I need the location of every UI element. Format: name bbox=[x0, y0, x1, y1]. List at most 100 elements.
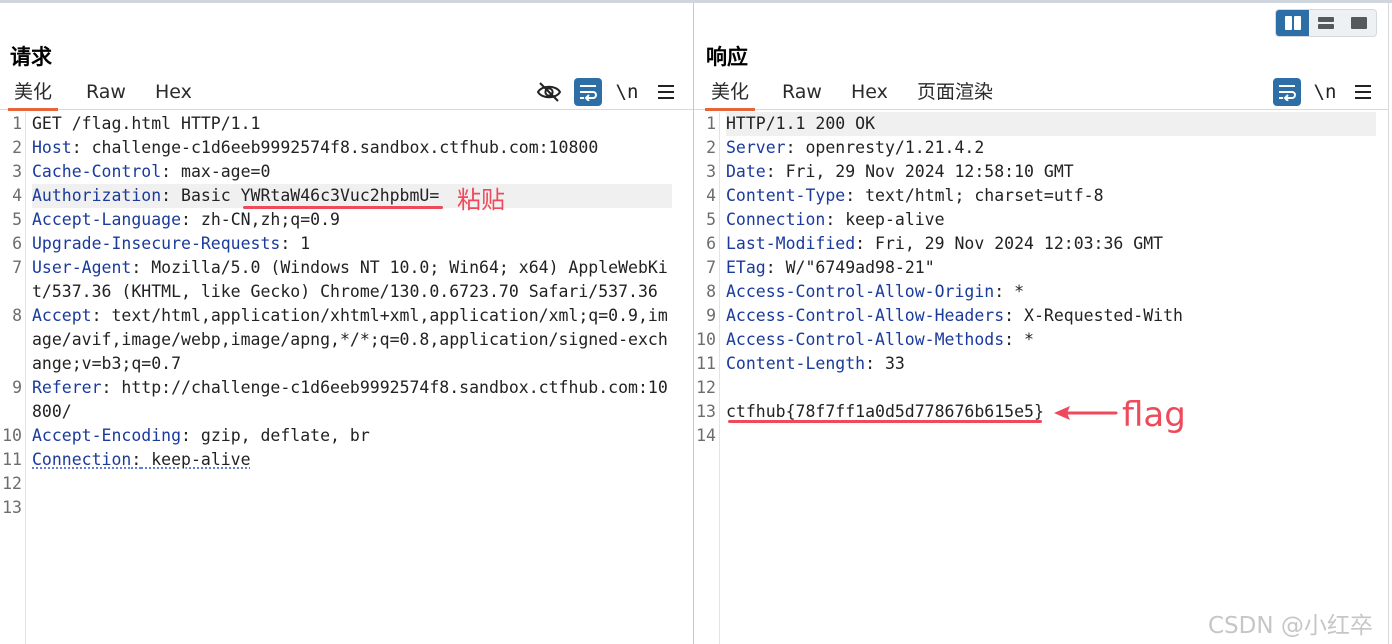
auth-value-underline bbox=[243, 206, 443, 209]
line-content: Content-Type: text/html; charset=utf-8 bbox=[726, 184, 1376, 208]
line-content: Accept-Language: zh-CN,zh;q=0.9 bbox=[32, 208, 672, 232]
line-number: 13 bbox=[2, 498, 22, 517]
header-value: Fri, 29 Nov 2024 12:58:10 GMT bbox=[775, 162, 1074, 181]
line-number: 11 bbox=[696, 354, 716, 373]
line-number: 10 bbox=[2, 426, 22, 445]
code-line: 7 ETag: W/"6749ad98-21" bbox=[694, 256, 1388, 280]
header-separator: : bbox=[765, 162, 776, 181]
line-content: Referer: http://challenge-c1d6eeb9992574… bbox=[32, 376, 672, 424]
tab-raw[interactable]: Raw bbox=[86, 78, 126, 110]
tab-pretty[interactable]: 美化 bbox=[7, 78, 59, 111]
line-content: Access-Control-Allow-Headers: X-Requeste… bbox=[726, 304, 1376, 328]
header-name: Cache-Control bbox=[32, 162, 162, 181]
code-line: 5 Accept-Language: zh-CN,zh;q=0.9 bbox=[0, 208, 693, 232]
header-value: text/html; charset=utf-8 bbox=[855, 186, 1104, 205]
line-number: 10 bbox=[696, 330, 716, 349]
wrap-icon bbox=[1279, 85, 1296, 101]
header-value: GET /flag.html HTTP/1.1 bbox=[32, 114, 261, 133]
newline-label: \n bbox=[615, 81, 639, 103]
code-line: 6 Last-Modified: Fri, 29 Nov 2024 12:03:3… bbox=[694, 232, 1388, 256]
line-content: Connection: keep-alive bbox=[726, 208, 1376, 232]
header-value: HTTP/1.1 200 OK bbox=[726, 114, 876, 133]
header-name: Server bbox=[726, 138, 786, 157]
newline-label: \n bbox=[1313, 81, 1337, 103]
code-line: 9 Access-Control-Allow-Headers: X-Request… bbox=[694, 304, 1388, 328]
tab-raw[interactable]: Raw bbox=[782, 78, 822, 110]
response-editor[interactable]: 1 HTTP/1.1 200 OK 2 Server: openresty/1.21.… bbox=[694, 112, 1388, 644]
code-line: 14 bbox=[694, 424, 1388, 448]
right-edge bbox=[1388, 3, 1389, 644]
wrap-toggle-button[interactable] bbox=[1273, 78, 1301, 106]
code-line: 10 Access-Control-Allow-Methods: * bbox=[694, 328, 1388, 352]
header-separator: : bbox=[825, 210, 836, 229]
wrap-icon bbox=[580, 85, 597, 101]
header-value: W/"6749ad98-21" bbox=[775, 258, 935, 277]
header-separator: : bbox=[71, 138, 82, 157]
line-content: ETag: W/"6749ad98-21" bbox=[726, 256, 1376, 280]
header-separator: : bbox=[131, 258, 142, 277]
header-separator: : bbox=[1004, 306, 1015, 325]
header-value: * bbox=[1004, 282, 1025, 301]
header-name: User-Agent bbox=[32, 258, 132, 277]
menu-icon bbox=[1355, 85, 1371, 99]
line-content: Server: openresty/1.21.4.2 bbox=[726, 136, 1376, 160]
line-content bbox=[726, 376, 1376, 400]
header-name: ETag bbox=[726, 258, 766, 277]
header-separator: : bbox=[865, 354, 876, 373]
code-line: 11 Content-Length: 33 bbox=[694, 352, 1388, 376]
line-content: Date: Fri, 29 Nov 2024 12:58:10 GMT bbox=[726, 160, 1376, 184]
line-content: Accept: text/html,application/xhtml+xml,… bbox=[32, 304, 672, 376]
header-value: challenge-c1d6eeb9992574f8.sandbox.ctfhu… bbox=[81, 138, 599, 157]
header-name: Access-Control-Allow-Methods bbox=[726, 330, 1005, 349]
single-pane-view-button[interactable] bbox=[1343, 10, 1376, 36]
layout-toggle bbox=[1275, 9, 1377, 37]
line-number: 2 bbox=[706, 138, 716, 157]
line-content: HTTP/1.1 200 OK bbox=[726, 112, 1376, 136]
header-value: max-age=0 bbox=[171, 162, 271, 181]
header-value: Basic YWRtaW46c3Vuc2hpbmU= bbox=[171, 186, 440, 205]
options-menu-button[interactable] bbox=[652, 78, 680, 106]
newline-toggle-button[interactable]: \n bbox=[1311, 78, 1339, 106]
side-by-side-icon bbox=[1284, 16, 1301, 30]
header-name: Content-Length bbox=[726, 354, 866, 373]
header-value: 1 bbox=[290, 234, 311, 253]
header-name: Last-Modified bbox=[726, 234, 856, 253]
header-separator: : bbox=[994, 282, 1005, 301]
line-content: Connection: keep-alive bbox=[32, 448, 672, 472]
code-line: 3 Date: Fri, 29 Nov 2024 12:58:10 GMT bbox=[694, 160, 1388, 184]
stacked-icon bbox=[1317, 17, 1334, 29]
newline-toggle-button[interactable]: \n bbox=[613, 78, 641, 106]
request-editor[interactable]: 1 GET /flag.html HTTP/1.1 2 Host: challenge… bbox=[0, 112, 693, 644]
side-by-side-view-button[interactable] bbox=[1276, 10, 1310, 36]
line-number: 1 bbox=[12, 114, 22, 133]
top-border bbox=[0, 0, 1392, 3]
line-number: 4 bbox=[12, 186, 22, 205]
line-number: 5 bbox=[12, 210, 22, 229]
code-line: 2 Host: challenge-c1d6eeb9992574f8.sandbo… bbox=[0, 136, 693, 160]
flag-underline bbox=[728, 420, 1042, 423]
options-menu-button[interactable] bbox=[1349, 78, 1377, 106]
line-number: 7 bbox=[706, 258, 716, 277]
tab-pretty[interactable]: 美化 bbox=[704, 78, 756, 111]
tab-hex[interactable]: Hex bbox=[851, 78, 888, 110]
code-line: 4 Content-Type: text/html; charset=utf-8 bbox=[694, 184, 1388, 208]
stacked-view-button[interactable] bbox=[1309, 10, 1342, 36]
tab-render[interactable]: 页面渲染 bbox=[917, 78, 993, 110]
line-number: 11 bbox=[2, 450, 22, 469]
header-separator: : bbox=[161, 162, 172, 181]
header-separator: : bbox=[181, 210, 191, 229]
header-name: Access-Control-Allow-Headers bbox=[726, 306, 1005, 325]
wrap-toggle-button[interactable] bbox=[574, 78, 602, 106]
line-number: 3 bbox=[706, 162, 716, 181]
line-number: 6 bbox=[12, 234, 22, 253]
header-value: * bbox=[1014, 330, 1034, 349]
arrow-icon bbox=[1054, 406, 1118, 420]
line-content: Upgrade-Insecure-Requests: 1 bbox=[32, 232, 672, 256]
tab-hex[interactable]: Hex bbox=[155, 78, 192, 110]
line-number: 4 bbox=[706, 186, 716, 205]
line-content: GET /flag.html HTTP/1.1 bbox=[32, 112, 672, 136]
response-title: 响应 bbox=[706, 45, 748, 69]
code-line: 13 bbox=[0, 496, 693, 520]
header-separator: : bbox=[131, 450, 142, 469]
hide-button[interactable] bbox=[535, 78, 563, 106]
